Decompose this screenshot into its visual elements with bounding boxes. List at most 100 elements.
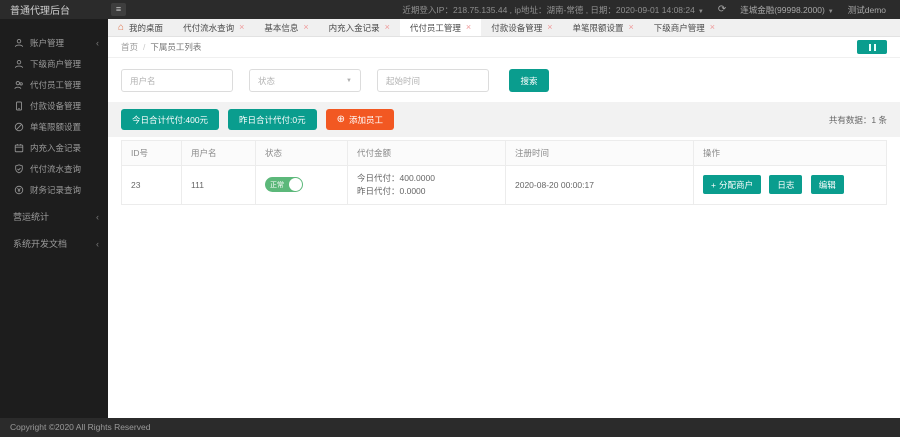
cell-amount: 今日代付：400.0000 昨日代付：0.0000 xyxy=(347,165,506,205)
sidebar-item-label: 营运统计 xyxy=(13,212,50,222)
sidebar-item-label: 代付流水查询 xyxy=(30,163,82,174)
add-employee-label: 添加员工 xyxy=(349,114,384,125)
merchant-label: 连城金融(99998.2000) xyxy=(740,4,825,15)
employee-table: ID号 用户名 状态 代付金额 注册时间 操作 23 111 正常 今日代付：4… xyxy=(121,140,887,205)
col-actions: 操作 xyxy=(693,140,887,166)
sidebar-item-label: 内充入金记录 xyxy=(30,142,82,153)
panel-action-button[interactable] xyxy=(857,40,887,54)
search-button[interactable]: 搜索 xyxy=(509,69,549,92)
tab-label: 付款设备管理 xyxy=(491,22,543,33)
tab-desktop[interactable]: ⌂ 我的桌面 xyxy=(108,19,173,36)
user-icon xyxy=(13,37,24,48)
amount-today: 今日代付：400.0000 xyxy=(357,173,435,183)
sidebar-item-deposit-records[interactable]: 内充入金记录 xyxy=(0,137,108,158)
sidebar-item-payment-flow[interactable]: 代付流水查询 xyxy=(0,158,108,179)
close-icon[interactable]: × xyxy=(303,23,308,32)
tab-label: 内充入金记录 xyxy=(328,22,380,33)
footer: Copyright ©2020 All Rights Reserved xyxy=(0,418,900,437)
employee-table-wrap: ID号 用户名 状态 代付金额 注册时间 操作 23 111 正常 今日代付：4… xyxy=(108,137,900,205)
plus-icon: + xyxy=(711,179,716,190)
tab-label: 单笔限额设置 xyxy=(572,22,624,33)
tab-bar: ⌂ 我的桌面 代付流水查询 × 基本信息 × 内充入金记录 × 代付员工管理 ×… xyxy=(108,19,900,37)
tab-label: 代付流水查询 xyxy=(183,22,235,33)
limit-icon xyxy=(13,121,24,132)
tab-sub-merchants[interactable]: 下级商户管理 × xyxy=(644,19,725,36)
close-icon[interactable]: × xyxy=(385,23,390,32)
current-user[interactable]: 测试demo xyxy=(848,4,886,16)
close-icon[interactable]: × xyxy=(710,23,715,32)
status-select-value: 状态 xyxy=(258,75,276,86)
tab-basic-info[interactable]: 基本信息 × xyxy=(254,19,318,36)
col-amount: 代付金额 xyxy=(347,140,506,166)
chevron-left-icon: ‹ xyxy=(96,211,99,222)
record-count: 共有数据：1 条 xyxy=(828,114,887,125)
sidebar-item-label: 财务记录查询 xyxy=(30,184,82,195)
sidebar-item-label: 单笔限额设置 xyxy=(30,121,82,132)
page: 普通代理后台 ≡ 近期登入IP：218.75.135.44 , ip地址：湖南-… xyxy=(0,0,900,437)
app-title: 普通代理后台 xyxy=(10,6,70,17)
tab-deposit-records[interactable]: 内充入金记录 × xyxy=(319,19,400,36)
sidebar-item-sub-merchants[interactable]: 下级商户管理 xyxy=(0,53,108,74)
money-icon xyxy=(13,184,24,195)
tab-label: 基本信息 xyxy=(264,22,299,33)
refresh-icon[interactable]: ⟳ xyxy=(718,4,726,15)
users-icon xyxy=(13,79,24,90)
home-icon: ⌂ xyxy=(118,21,125,33)
username-input[interactable] xyxy=(121,69,233,92)
cell-id: 23 xyxy=(121,165,182,205)
tab-label: 代付员工管理 xyxy=(409,22,461,33)
sidebar-item-limit-settings[interactable]: 单笔限额设置 xyxy=(0,116,108,137)
sidebar-item-label: 付款设备管理 xyxy=(30,100,82,111)
chevron-down-icon: ▼ xyxy=(346,77,352,84)
tab-devices[interactable]: 付款设备管理 × xyxy=(481,19,562,36)
assign-merchant-button[interactable]: + 分配商户 xyxy=(703,175,761,195)
sidebar-item-label: 代付员工管理 xyxy=(30,79,82,90)
breadcrumb: 首页 / 下属员工列表 xyxy=(108,37,900,58)
hamburger-menu-icon[interactable]: ≡ xyxy=(111,3,126,16)
tab-payment-flow[interactable]: 代付流水查询 × xyxy=(173,19,254,36)
sidebar-item-payment-staff[interactable]: 代付员工管理 xyxy=(0,74,108,95)
sidebar-item-label: 账户管理 xyxy=(30,37,65,48)
edit-button[interactable]: 编辑 xyxy=(810,175,844,195)
cell-username: 111 xyxy=(181,165,256,205)
close-icon[interactable]: × xyxy=(466,23,471,32)
merchant-account[interactable]: 连城金融(99998.2000) ▼ xyxy=(740,4,834,16)
status-toggle[interactable]: 正常 xyxy=(265,177,303,193)
col-status: 状态 xyxy=(255,140,348,166)
cell-actions: + 分配商户 日志 编辑 xyxy=(693,165,887,205)
yesterday-total-button[interactable]: 昨日合计代付:0元 xyxy=(228,109,317,130)
breadcrumb-current: 下属员工列表 xyxy=(150,42,202,52)
sidebar-item-dev-docs[interactable]: 系统开发文档 ‹ xyxy=(0,233,108,254)
sidebar-item-label: 下级商户管理 xyxy=(30,58,82,69)
tab-label: 我的桌面 xyxy=(129,22,164,33)
tab-limit-settings[interactable]: 单笔限额设置 × xyxy=(562,19,643,36)
merchant-icon xyxy=(13,58,24,69)
tab-label: 下级商户管理 xyxy=(653,22,705,33)
breadcrumb-home[interactable]: 首页 xyxy=(121,41,138,53)
table-row: 23 111 正常 今日代付：400.0000 昨日代付：0.0000 2020… xyxy=(121,165,887,205)
close-icon[interactable]: × xyxy=(547,23,552,32)
today-total-button[interactable]: 今日合计代付:400元 xyxy=(121,109,220,130)
sidebar-item-account[interactable]: 账户管理 ‹ xyxy=(0,32,108,53)
login-info-text: 近期登入IP：218.75.135.44 , ip地址：湖南-常德 , 日期：2… xyxy=(402,4,695,15)
status-select[interactable]: 状态 ▼ xyxy=(249,69,361,92)
add-employee-button[interactable]: ⊕ 添加员工 xyxy=(325,109,395,130)
close-icon[interactable]: × xyxy=(239,23,244,32)
main-content: ⌂ 我的桌面 代付流水查询 × 基本信息 × 内充入金记录 × 代付员工管理 ×… xyxy=(108,19,900,418)
toggle-knob xyxy=(289,178,302,192)
close-icon[interactable]: × xyxy=(628,23,633,32)
tab-payment-staff[interactable]: 代付员工管理 × xyxy=(399,19,482,36)
login-info[interactable]: 近期登入IP：218.75.135.44 , ip地址：湖南-常德 , 日期：2… xyxy=(402,4,703,16)
topbar-right: 近期登入IP：218.75.135.44 , ip地址：湖南-常德 , 日期：2… xyxy=(402,4,900,16)
breadcrumb-separator: / xyxy=(143,42,146,52)
sidebar-item-devices[interactable]: 付款设备管理 xyxy=(0,95,108,116)
col-register-time: 注册时间 xyxy=(505,140,694,166)
col-username: 用户名 xyxy=(181,140,256,166)
sidebar-item-finance-records[interactable]: 财务记录查询 xyxy=(0,179,108,200)
filter-row: 状态 ▼ 搜索 xyxy=(108,58,900,102)
start-time-input[interactable] xyxy=(377,69,489,92)
sidebar: 账户管理 ‹ 下级商户管理 代付员工管理 付款设备管理 单笔限额设置 内充入金记… xyxy=(0,19,108,418)
amount-yesterday: 昨日代付：0.0000 xyxy=(357,185,426,196)
log-button[interactable]: 日志 xyxy=(769,175,803,195)
sidebar-item-operation-stats[interactable]: 营运统计 ‹ xyxy=(0,206,108,227)
